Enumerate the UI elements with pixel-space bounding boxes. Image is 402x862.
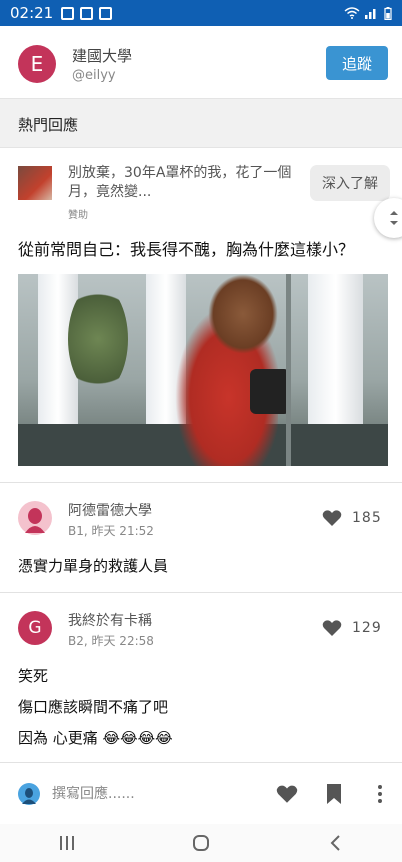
learn-more-button[interactable]: 深入了解 <box>310 165 390 201</box>
board-handle: @eilyy <box>72 68 116 83</box>
comment-body: 憑實力單身的救護人員 <box>18 551 168 582</box>
signal-icon <box>365 9 376 19</box>
board-header: E 建國大學 @eilyy 追蹤 <box>0 26 402 98</box>
like-button[interactable]: 129 <box>322 619 382 637</box>
comment-body: 笑死 傷口應該瞬間不痛了吧 因為 心更痛 😂😂😂😂 <box>18 661 173 754</box>
ad-sponsor-label: 贊助 <box>68 210 88 221</box>
board-avatar[interactable]: E <box>18 45 56 83</box>
comment-line: 傷口應該瞬間不痛了吧 <box>18 698 169 716</box>
system-nav-bar <box>0 824 402 862</box>
ad-text[interactable]: 別放棄，30年A罩杯的我，花了一個月，竟然變... <box>68 164 300 202</box>
potted-plant <box>68 284 128 394</box>
comment-floor-time: B1, 昨天 21:52 <box>68 524 154 538</box>
comment-avatar[interactable]: G <box>18 611 52 645</box>
back-icon <box>330 835 340 851</box>
file-notification-icon <box>80 6 94 20</box>
like-count: 129 <box>352 620 382 636</box>
heart-icon <box>322 620 342 636</box>
comment-floor-time: B2, 昨天 22:58 <box>68 634 154 648</box>
comment-avatar[interactable] <box>18 501 52 535</box>
battery-icon <box>384 6 392 20</box>
like-count: 185 <box>352 510 382 526</box>
app-notification-icon <box>99 6 113 20</box>
comment: G 我終於有卡稱 B2, 昨天 22:58 129 笑死 傷口應該瞬間不痛了吧 … <box>0 593 402 761</box>
home-button[interactable] <box>171 828 231 858</box>
curtain-right <box>308 274 363 424</box>
comment: 阿德雷德大學 B1, 昨天 21:52 185 憑實力單身的救護人員 <box>0 483 402 591</box>
home-icon <box>193 835 209 851</box>
comment-line: 憑實力單身的救護人員 <box>18 557 169 575</box>
ad-thumbnail[interactable] <box>18 166 52 200</box>
recents-button[interactable] <box>37 828 97 858</box>
more-vertical-icon[interactable] <box>374 784 386 804</box>
reply-bar <box>0 762 402 824</box>
status-bar: 02:21 <box>0 0 402 26</box>
comment-author[interactable]: 阿德雷德大學 <box>68 500 152 520</box>
scroll-handle[interactable] <box>374 198 402 238</box>
woman-hair <box>208 274 278 354</box>
status-time: 02:21 <box>10 4 54 22</box>
recents-icon <box>60 836 74 850</box>
comment-author[interactable]: 我終於有卡稱 <box>68 610 152 630</box>
female-avatar-icon <box>25 508 45 533</box>
window-frame <box>286 274 291 466</box>
bookmark-icon[interactable] <box>325 783 343 805</box>
comment-line: 因為 心更痛 😂😂😂😂 <box>18 729 173 747</box>
like-button[interactable]: 185 <box>322 509 382 527</box>
reply-input[interactable] <box>52 780 252 808</box>
board-name[interactable]: 建國大學 <box>72 45 132 66</box>
user-avatar <box>18 783 40 805</box>
heart-icon <box>322 510 342 526</box>
follow-button[interactable]: 追蹤 <box>326 46 388 80</box>
heart-icon[interactable] <box>276 784 298 804</box>
wifi-icon <box>344 7 360 19</box>
ad-headline[interactable]: 從前常問自己：我長得不醜，胸為什麼這樣小？ <box>18 236 388 260</box>
section-title: 熱門回應 <box>0 98 402 148</box>
gallery-notification-icon <box>61 6 75 20</box>
back-button[interactable] <box>305 828 365 858</box>
ad-image[interactable] <box>18 274 388 466</box>
user-avatar-icon <box>22 788 36 804</box>
handbag <box>250 369 290 414</box>
sponsored-ad[interactable]: 別放棄，30年A罩杯的我，花了一個月，竟然變... 贊助 深入了解 從前常問自己… <box>0 150 402 480</box>
scroll-arrows-icon <box>390 211 398 225</box>
comment-line: 笑死 <box>18 667 49 685</box>
